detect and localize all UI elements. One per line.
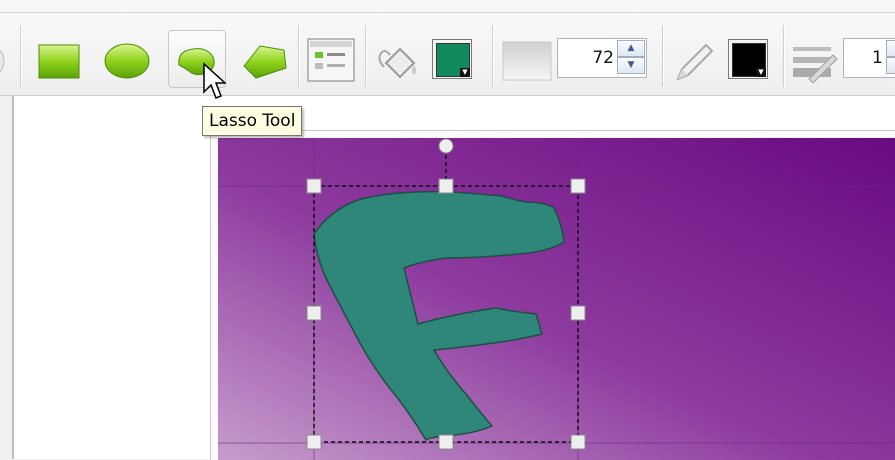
toolbar: ▼ 72 ▲ ▼ ▼ 1: [0, 13, 895, 96]
ellipse-icon[interactable]: [103, 41, 151, 81]
toolbar-separator: [365, 25, 367, 87]
line-width-icon: [793, 47, 838, 83]
spinner-arrows: ▲ ▼: [886, 40, 895, 76]
stroke-color-button[interactable]: ▼: [728, 39, 768, 79]
left-panel: [0, 96, 13, 459]
spin-up-button[interactable]: ▲: [617, 40, 645, 57]
line-width-spinner[interactable]: 1 ▲ ▼: [843, 38, 895, 78]
properties-panel-icon[interactable]: [307, 38, 355, 82]
rectangle-icon[interactable]: [37, 41, 81, 81]
spinner-arrows: ▲ ▼: [617, 40, 645, 76]
pencil-icon[interactable]: [672, 41, 716, 83]
fill-color-button[interactable]: ▼: [432, 39, 472, 79]
toolbar-separator: [492, 25, 494, 87]
resize-handle-n[interactable]: [438, 178, 454, 194]
toolbar-separator: [662, 25, 664, 87]
resize-handle-e[interactable]: [570, 305, 586, 321]
chevron-down-icon: ▼: [756, 68, 766, 77]
toolbar-separator: [298, 25, 300, 87]
resize-handle-se[interactable]: [570, 434, 586, 450]
line-width-value[interactable]: 1: [872, 48, 883, 68]
opacity-spinner[interactable]: 72 ▲ ▼: [557, 38, 647, 78]
opacity-value[interactable]: 72: [592, 48, 614, 68]
paint-bucket-icon[interactable]: [376, 41, 420, 83]
resize-handle-sw[interactable]: [306, 434, 322, 450]
resize-handle-w[interactable]: [306, 305, 322, 321]
polygon-icon[interactable]: [240, 40, 290, 82]
toolbar-separator: [783, 25, 785, 87]
spin-down-button[interactable]: ▼: [886, 57, 895, 74]
spin-down-button[interactable]: ▼: [617, 57, 645, 74]
resize-handle-s[interactable]: [438, 434, 454, 450]
tooltip: Lasso Tool: [202, 106, 303, 136]
spin-up-button[interactable]: ▲: [886, 40, 895, 57]
chevron-down-icon: ▼: [460, 68, 470, 77]
mouse-cursor-icon: [203, 62, 226, 99]
canvas[interactable]: [218, 138, 895, 460]
opacity-gradient-icon: [502, 41, 552, 81]
rotate-handle[interactable]: [438, 138, 454, 154]
window-top-strip: [0, 0, 895, 13]
canvas-frame: [210, 130, 895, 460]
clipped-tool-icon[interactable]: [0, 43, 10, 79]
toolbar-separator: [20, 25, 22, 87]
resize-handle-nw[interactable]: [306, 178, 322, 194]
resize-handle-ne[interactable]: [570, 178, 586, 194]
